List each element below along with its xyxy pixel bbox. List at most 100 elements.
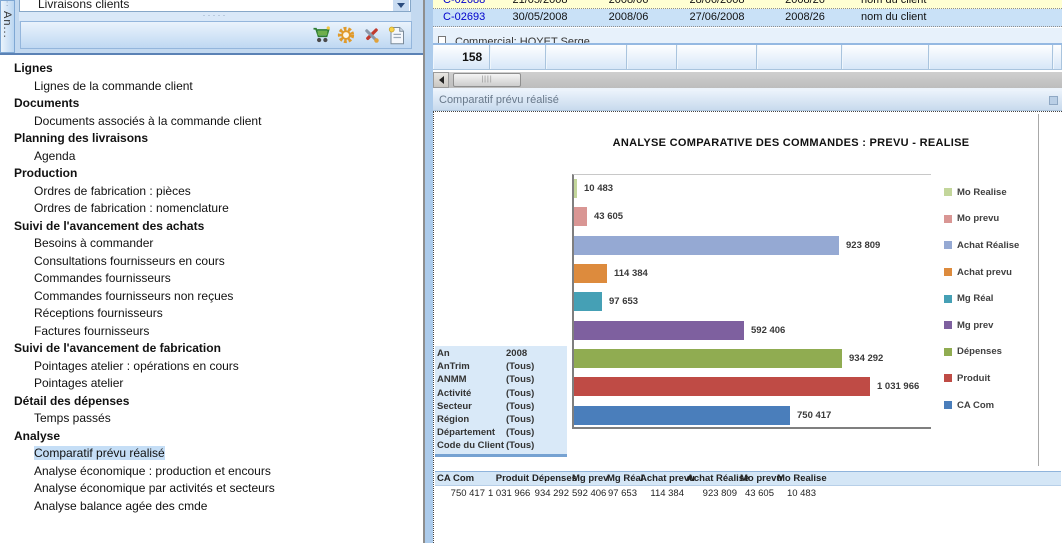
- pivot-header-cell: Mo Realise: [777, 473, 827, 484]
- menu-item[interactable]: Réceptions fournisseurs: [0, 305, 423, 323]
- chart-bar: [574, 320, 744, 340]
- menu-item[interactable]: Analyse économique : production et encou…: [0, 463, 423, 481]
- chart-bar: [574, 179, 577, 198]
- group-row[interactable]: Commercial: HOYET Serge: [433, 28, 1062, 45]
- legend-label: Mo prevu: [957, 213, 1000, 225]
- filter-label: Activité: [437, 387, 472, 399]
- gear-icon[interactable]: [336, 25, 356, 45]
- filter-row[interactable]: Activité (Tous): [435, 388, 567, 401]
- report-icon[interactable]: [386, 25, 406, 45]
- pivot-header-cell: Mg prev: [572, 473, 609, 484]
- filter-row[interactable]: Département (Tous): [435, 427, 567, 440]
- filter-value: (Tous): [506, 440, 535, 452]
- legend-entry: Achat prevu: [944, 259, 1019, 286]
- summary-cell: [627, 45, 677, 69]
- menu-label: Comparatif prévu réalisé: [34, 446, 165, 460]
- legend-entry: Mg Réal: [944, 285, 1019, 312]
- cell-date1: 21/05/2008: [512, 0, 568, 6]
- filter-row[interactable]: An 2008: [435, 348, 567, 361]
- summary-cell: [842, 45, 929, 69]
- menu-header[interactable]: Analyse: [0, 428, 423, 446]
- menu-item[interactable]: Agenda: [0, 148, 423, 166]
- cell-date2: 27/06/2008: [689, 11, 745, 23]
- legend-label: Mg prev: [957, 319, 994, 331]
- chart-panel: ANALYSE COMPARATIVE DES COMMANDES : PREV…: [433, 111, 1062, 543]
- menu-header[interactable]: Production: [0, 165, 423, 183]
- menu-item[interactable]: Pointages atelier: [0, 375, 423, 393]
- tools-icon[interactable]: [361, 25, 381, 45]
- chart-object-border: [1038, 114, 1039, 466]
- menu-item[interactable]: Analyse économique par activités et sect…: [0, 480, 423, 498]
- menu-label: Documents associés à la commande client: [34, 113, 262, 128]
- chart-plot-area: 10 483 43 605 923 809 114 384 97 653 592 406 9…: [572, 174, 931, 429]
- collapsed-pane-tab[interactable]: : An...: [0, 0, 15, 53]
- pivot-header-cell: Mo prevu: [740, 473, 783, 484]
- menu-item[interactable]: Temps passés: [0, 410, 423, 428]
- filter-row[interactable]: ANMM (Tous): [435, 374, 567, 387]
- table-row[interactable]: C-02693 30/05/2008 2008/06 27/06/2008 2008/2…: [433, 9, 1062, 27]
- legend-label: Produit: [957, 372, 991, 384]
- chevron-down-icon[interactable]: [393, 0, 409, 11]
- legend-label: Mg Réal: [957, 293, 994, 305]
- menu-item[interactable]: Comparatif prévu réalisé: [0, 445, 423, 463]
- menu-item[interactable]: Factures fournisseurs: [0, 323, 423, 341]
- pivot-values-row: 750 417 1 031 966 934 292 592 406 97 653 114 …: [435, 486, 1061, 501]
- pivot-table: CA Com Produit Dépenses Mg prev Mg Réal Achat…: [435, 471, 1061, 501]
- menu-header[interactable]: Lignes: [0, 60, 423, 78]
- menu-item[interactable]: Besoins à commander: [0, 235, 423, 253]
- pivot-filter-box: An 2008 AnTrim (Tous) ANMM (Tous) Activité (Tou…: [435, 346, 567, 457]
- summary-cell: [928, 45, 1053, 69]
- legend-label: Achat Réalise: [957, 239, 1020, 251]
- menu-item[interactable]: Pointages atelier : opérations en cours: [0, 358, 423, 376]
- filter-label: Département: [437, 427, 496, 439]
- menu-item[interactable]: Consultations fournisseurs en cours: [0, 253, 423, 271]
- pivot-header-cell: CA Com: [437, 473, 475, 484]
- filter-value: (Tous): [506, 361, 535, 373]
- splitter-dots-icon[interactable]: ·····: [19, 11, 411, 21]
- cell-date2: 28/06/2008: [689, 0, 745, 6]
- menu-label: Factures fournisseurs: [34, 323, 150, 338]
- legend-entry: Mo prevu: [944, 206, 1019, 233]
- menu-item[interactable]: Ordres de fabrication : nomenclature: [0, 200, 423, 218]
- pane-divider-strip: [425, 0, 433, 543]
- panel-resize-button[interactable]: [1049, 96, 1058, 105]
- menu-header[interactable]: Documents: [0, 95, 423, 113]
- legend-swatch-icon: [944, 374, 952, 383]
- bar-value-label: 750 417: [797, 409, 832, 421]
- menu-header[interactable]: Suivi de l'avancement de fabrication: [0, 340, 423, 358]
- filter-row[interactable]: AnTrim (Tous): [435, 361, 567, 374]
- bar-value-label: 10 483: [584, 183, 614, 194]
- legend-entry: Mg prev: [944, 312, 1019, 339]
- pivot-value-cell: 923 809: [702, 488, 737, 499]
- horizontal-scrollbar[interactable]: ||||: [433, 72, 1062, 88]
- summary-cell: [490, 45, 547, 69]
- scroll-left-arrow-icon[interactable]: [433, 72, 449, 88]
- menu-header[interactable]: Planning des livraisons: [0, 130, 423, 148]
- menu-item[interactable]: Analyse balance agée des cmde: [0, 498, 423, 516]
- table-row[interactable]: C-02688 21/05/2008 2008/06 28/06/2008 2008/2…: [433, 0, 1062, 9]
- filter-value: (Tous): [506, 374, 535, 386]
- filter-row[interactable]: Code du Client (Tous): [435, 440, 567, 453]
- app-window: : An... Livraisons clients ····· Lignes …: [0, 0, 1062, 543]
- menu-item[interactable]: Commandes fournisseurs non reçues: [0, 288, 423, 306]
- filter-row[interactable]: Région (Tous): [435, 414, 567, 427]
- menu-item[interactable]: Documents associés à la commande client: [0, 113, 423, 131]
- legend-label: Dépenses: [957, 346, 1002, 358]
- menu-label: Analyse: [14, 428, 61, 443]
- menu-header[interactable]: Détail des dépenses: [0, 393, 423, 411]
- menu-item[interactable]: Commandes fournisseurs: [0, 270, 423, 288]
- bar-value-label: 592 406: [751, 324, 786, 336]
- orders-table: C-02688 21/05/2008 2008/06 28/06/2008 2008/2…: [433, 0, 1062, 27]
- scrollbar-thumb[interactable]: ||||: [453, 73, 521, 87]
- cart-icon[interactable]: [311, 25, 331, 45]
- chart-bar-row: 592 406: [574, 320, 786, 340]
- menu-item[interactable]: Lignes de la commande client: [0, 78, 423, 96]
- menu-label: Analyse balance agée des cmde: [34, 498, 208, 513]
- chart-bar-row: 10 483: [574, 179, 613, 198]
- pivot-header-cell: Mg Réal: [607, 473, 644, 484]
- menu-label: Suivi de l'avancement des achats: [14, 218, 205, 233]
- filter-row[interactable]: Secteur (Tous): [435, 401, 567, 414]
- menu-header[interactable]: Suivi de l'avancement des achats: [0, 218, 423, 236]
- menu-item[interactable]: Ordres de fabrication : pièces: [0, 183, 423, 201]
- group-expand-checkbox[interactable]: [438, 36, 446, 43]
